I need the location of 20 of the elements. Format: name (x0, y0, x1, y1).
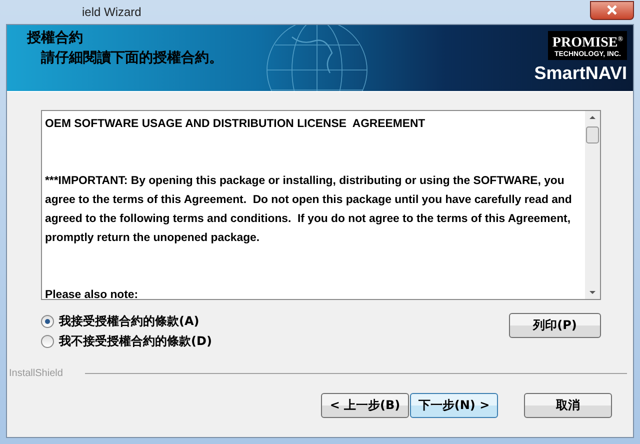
license-paragraph: ***IMPORTANT: By opening this package or installing, distributing or using the SOFTWARE, you agree to the terms of this Agreement. Do not open this package until you have carefully read and agreed to the following terms and conditions. If you do not agree to the terms of this Agreement, promptly return the unopened package. (45, 174, 573, 246)
installer-brand-label: InstallShield (9, 368, 63, 379)
radio-button[interactable] (41, 335, 54, 348)
next-button[interactable]: 下一步(N) > (410, 393, 498, 418)
product-name: SmartNAVI (534, 62, 627, 84)
option-label[interactable]: 我不接受授權合約的條款(D) (59, 333, 212, 350)
license-text-area[interactable] (41, 110, 601, 300)
close-button[interactable] (590, 0, 634, 20)
print-button[interactable]: 列印(P) (509, 313, 601, 338)
back-button[interactable]: < 上一步(B) (321, 393, 409, 418)
license-paragraph: OEM SOFTWARE USAGE AND DISTRIBUTION LICENSE AGREEMENT (45, 117, 426, 132)
license-paragraph: Please also note: (45, 288, 140, 299)
cancel-button[interactable]: 取消 (524, 393, 612, 418)
window-title: ield Wizard (82, 5, 142, 19)
option-label[interactable]: 我接受授權合約的條款(A) (59, 313, 200, 330)
close-icon (606, 5, 618, 15)
header-subtitle: 請仔細閱讀下面的授權合約。 (41, 49, 224, 67)
scrollbar-drawing[interactable] (585, 111, 600, 299)
radio-button[interactable] (41, 315, 54, 328)
header-title: 授權合約 (27, 29, 84, 47)
